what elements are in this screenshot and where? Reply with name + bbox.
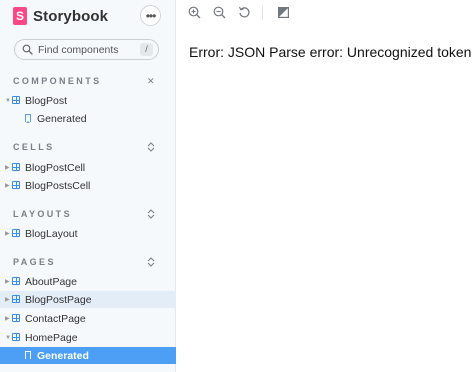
chevron-icon[interactable] bbox=[147, 257, 155, 269]
component-icon bbox=[12, 295, 20, 303]
search-field[interactable]: / bbox=[14, 39, 159, 60]
toolbar bbox=[177, 0, 474, 25]
chevron-icon[interactable] bbox=[147, 142, 155, 154]
chevron-right-icon: ▶ bbox=[5, 316, 10, 322]
tree-item-bloglayout[interactable]: ▶ BlogLayout bbox=[0, 225, 176, 242]
section-title-layouts[interactable]: LAYOUTS bbox=[13, 209, 72, 219]
chevron-right-icon: ▶ bbox=[5, 165, 10, 171]
bookmark-icon bbox=[25, 114, 31, 123]
collapse-all-icon[interactable]: ✕ bbox=[147, 76, 155, 87]
tree-item-blogpost-generated[interactable]: Generated bbox=[0, 110, 176, 127]
tree-item-label: Generated bbox=[37, 112, 87, 125]
component-icon bbox=[12, 96, 20, 104]
component-icon bbox=[12, 333, 20, 341]
component-icon bbox=[12, 163, 20, 171]
tree-item-contactpage[interactable]: ▶ ContactPage bbox=[0, 310, 176, 327]
tree-item-label: ContactPage bbox=[25, 312, 86, 325]
tree-item-label: AboutPage bbox=[25, 275, 77, 288]
chevron-right-icon: ▶ bbox=[5, 279, 10, 285]
tree-item-label: BlogLayout bbox=[25, 227, 78, 240]
chevron-down-icon: ▼ bbox=[5, 334, 11, 341]
sidebar: S Storybook ••• / COMPONENTS ✕ ▼ BlogPos… bbox=[0, 0, 176, 372]
bookmark-icon bbox=[25, 351, 31, 360]
tree-item-label: BlogPostCell bbox=[25, 161, 86, 174]
section-title-cells[interactable]: CELLS bbox=[13, 142, 55, 152]
zoom-out-icon[interactable] bbox=[212, 5, 226, 19]
tree-item-aboutpage[interactable]: ▶ AboutPage bbox=[0, 273, 176, 290]
error-message: Error: JSON Parse error: Unrecognized to… bbox=[189, 44, 474, 60]
component-icon bbox=[12, 314, 20, 322]
section-title-pages[interactable]: PAGES bbox=[13, 257, 56, 267]
search-shortcut-badge: / bbox=[140, 43, 153, 56]
tree-item-label: BlogPostsCell bbox=[25, 179, 91, 192]
chevron-right-icon: ▶ bbox=[5, 297, 10, 303]
tree-item-label: HomePage bbox=[25, 331, 78, 344]
toolbar-divider bbox=[262, 5, 263, 20]
section-title-components[interactable]: COMPONENTS bbox=[13, 76, 102, 86]
component-icon bbox=[12, 181, 20, 189]
tree-item-label: BlogPost bbox=[25, 94, 68, 107]
brand[interactable]: S Storybook bbox=[13, 6, 108, 26]
tree-item-blogpostscell[interactable]: ▶ BlogPostsCell bbox=[0, 177, 176, 194]
tree-item-homepage-generated[interactable]: Generated bbox=[0, 347, 176, 364]
app-title: Storybook bbox=[33, 7, 109, 25]
tree-item-blogpostcell[interactable]: ▶ BlogPostCell bbox=[0, 159, 176, 176]
tree-item-blogpostpage[interactable]: ▶ BlogPostPage bbox=[0, 291, 176, 308]
chevron-right-icon: ▶ bbox=[5, 231, 10, 237]
chevron-right-icon: ▶ bbox=[5, 183, 10, 189]
zoom-reset-icon[interactable] bbox=[237, 5, 251, 19]
menu-button[interactable]: ••• bbox=[140, 5, 161, 26]
search-input[interactable] bbox=[38, 43, 138, 56]
background-icon[interactable] bbox=[276, 5, 290, 19]
tree-item-label: BlogPostPage bbox=[25, 293, 92, 306]
zoom-in-icon[interactable] bbox=[187, 5, 201, 19]
component-icon bbox=[12, 277, 20, 285]
tree-item-blogpost[interactable]: ▼ BlogPost bbox=[0, 92, 176, 109]
chevron-icon[interactable] bbox=[147, 209, 155, 221]
component-icon bbox=[12, 229, 20, 237]
search-icon bbox=[22, 44, 33, 55]
storybook-logo-icon: S bbox=[13, 7, 27, 25]
chevron-down-icon: ▼ bbox=[5, 97, 11, 104]
tree-item-label: Generated bbox=[37, 349, 89, 362]
tree-item-homepage[interactable]: ▼ HomePage bbox=[0, 329, 176, 346]
